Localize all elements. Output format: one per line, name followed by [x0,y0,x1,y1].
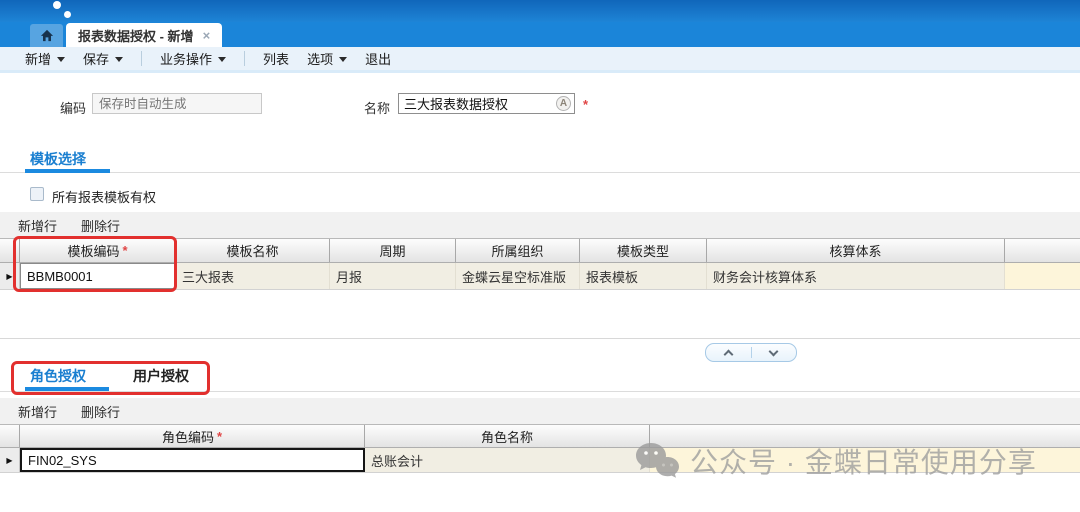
chevron-down-icon [115,57,124,62]
menu-new-label: 新增 [25,52,52,67]
column-label: 周期 [379,244,406,259]
menu-exit[interactable]: 退出 [365,49,391,68]
panel-splitter [705,343,797,362]
row-selector[interactable]: ▶ [0,448,20,472]
column-header-template-code[interactable]: 模板编码 * [20,239,176,262]
template-grid-toolbar: 新增行 删除行 [0,212,1080,238]
chevron-up-icon [723,349,734,360]
tab-template-select[interactable]: 模板选择 [30,149,86,169]
collapse-down-button[interactable] [752,344,797,361]
cell-accounting-system[interactable]: 财务会计核算体系 [707,263,1005,289]
menu-new[interactable]: 新增 [25,49,66,68]
cell-empty[interactable] [650,448,1080,472]
kingdee-report-data-auth-page: 报表数据授权 - 新增 × 新增 保存 业务操作 列表 选项 退出 编码 保存时… [0,0,1080,512]
role-grid-header: 角色编码 * 角色名称 [0,424,1080,448]
menu-options-label: 选项 [307,52,334,67]
close-icon[interactable]: × [203,29,211,42]
column-label: 模板类型 [616,244,669,259]
cell-role-name[interactable]: 总账会计 [365,448,650,472]
tab-title: 报表数据授权 - 新增 [78,28,194,44]
tab-user-auth[interactable]: 用户授权 [133,366,189,386]
column-header-template-type[interactable]: 模板类型 [580,239,707,262]
menu-exit-label: 退出 [365,52,392,67]
column-label: 模板名称 [226,244,279,259]
row-indicator-icon: ▶ [6,271,13,281]
menu-list[interactable]: 列表 [263,49,289,68]
column-header-role-code[interactable]: 角色编码 * [20,425,365,447]
cell-template-code[interactable]: BBMB0001 [20,263,176,289]
menu-business-ops-label: 业务操作 [160,52,213,67]
all-templates-checkbox[interactable] [30,187,44,201]
row-selector[interactable]: ▶ [0,263,20,289]
collapse-up-button[interactable] [706,344,751,361]
active-tab-underline [25,387,109,391]
chevron-down-icon [768,346,779,356]
name-field-label: 名称 [364,101,391,116]
app-top-bar [0,0,1080,22]
toolbar-separator [244,51,246,66]
active-tab-underline [25,169,110,173]
row-indicator-icon: ▶ [6,455,13,465]
row-indicator-header [0,425,20,447]
role-grid-toolbar: 新增行 删除行 [0,398,1080,424]
column-header-role-name[interactable]: 角色名称 [365,425,650,447]
multilanguage-icon[interactable]: A [556,96,571,111]
cell-role-code[interactable]: FIN02_SYS [20,448,365,472]
chevron-down-icon [218,57,227,62]
menu-list-label: 列表 [263,52,290,67]
cell-empty[interactable] [1005,263,1080,289]
tab-report-data-auth[interactable]: 报表数据授权 - 新增 × [66,23,223,47]
column-label: 角色编码 [161,429,214,445]
cell-template-name[interactable]: 三大报表 [176,263,330,289]
home-tab[interactable] [30,24,63,47]
chevron-down-icon [339,57,348,62]
column-label: 所属组织 [491,244,544,259]
required-mark: * [122,243,128,258]
cell-template-type[interactable]: 报表模板 [580,263,707,289]
grid-bottom-border [0,338,1080,339]
add-row-button[interactable]: 新增行 [18,402,57,421]
column-header-empty [650,425,1080,447]
template-grid-header: 模板编码 * 模板名称 周期 所属组织 模板类型 核算体系 [0,238,1080,263]
code-input[interactable] [92,93,262,114]
template-table-row: ▶ BBMB0001 三大报表 月报 金蝶云星空标准版 报表模板 财务会计核算体… [0,263,1080,290]
column-header-accounting-system[interactable]: 核算体系 [707,239,1005,262]
logo-dot-icon [64,11,71,18]
name-field: A [398,93,575,114]
delete-row-button[interactable]: 删除行 [81,402,120,421]
tab-role-auth[interactable]: 角色授权 [30,366,86,386]
code-field-label: 编码 [59,101,86,116]
menu-save-label: 保存 [83,52,110,67]
toolbar-separator [141,51,143,66]
required-mark: * [583,97,589,112]
name-input[interactable] [399,96,556,111]
cell-org[interactable]: 金蝶云星空标准版 [456,263,580,289]
cell-period[interactable]: 月报 [330,263,456,289]
column-label: 核算体系 [829,244,882,259]
column-label: 模板编码 [67,244,120,259]
role-table-row: ▶ FIN02_SYS 总账会计 [0,448,1080,473]
home-icon [40,29,53,42]
menu-save[interactable]: 保存 [83,49,124,68]
row-indicator-header [0,239,20,262]
main-toolbar: 新增 保存 业务操作 列表 选项 退出 [0,47,1080,70]
section-divider [0,172,1080,173]
all-templates-checkbox-label: 所有报表模板有权 [52,190,157,205]
menu-business-ops[interactable]: 业务操作 [160,49,227,68]
column-header-template-name[interactable]: 模板名称 [176,239,330,262]
toolbar-underline [0,70,1080,73]
chevron-down-icon [57,57,66,62]
section-divider [0,391,1080,392]
column-label: 角色名称 [480,429,533,445]
document-tab-strip: 报表数据授权 - 新增 × [0,22,1080,47]
logo-dot-icon [53,1,61,9]
column-header-empty [1005,239,1080,262]
required-mark: * [216,428,223,444]
column-header-period[interactable]: 周期 [330,239,456,262]
menu-options[interactable]: 选项 [307,49,348,68]
column-header-org[interactable]: 所属组织 [456,239,580,262]
add-row-button[interactable]: 新增行 [18,216,57,235]
delete-row-button[interactable]: 删除行 [81,216,120,235]
